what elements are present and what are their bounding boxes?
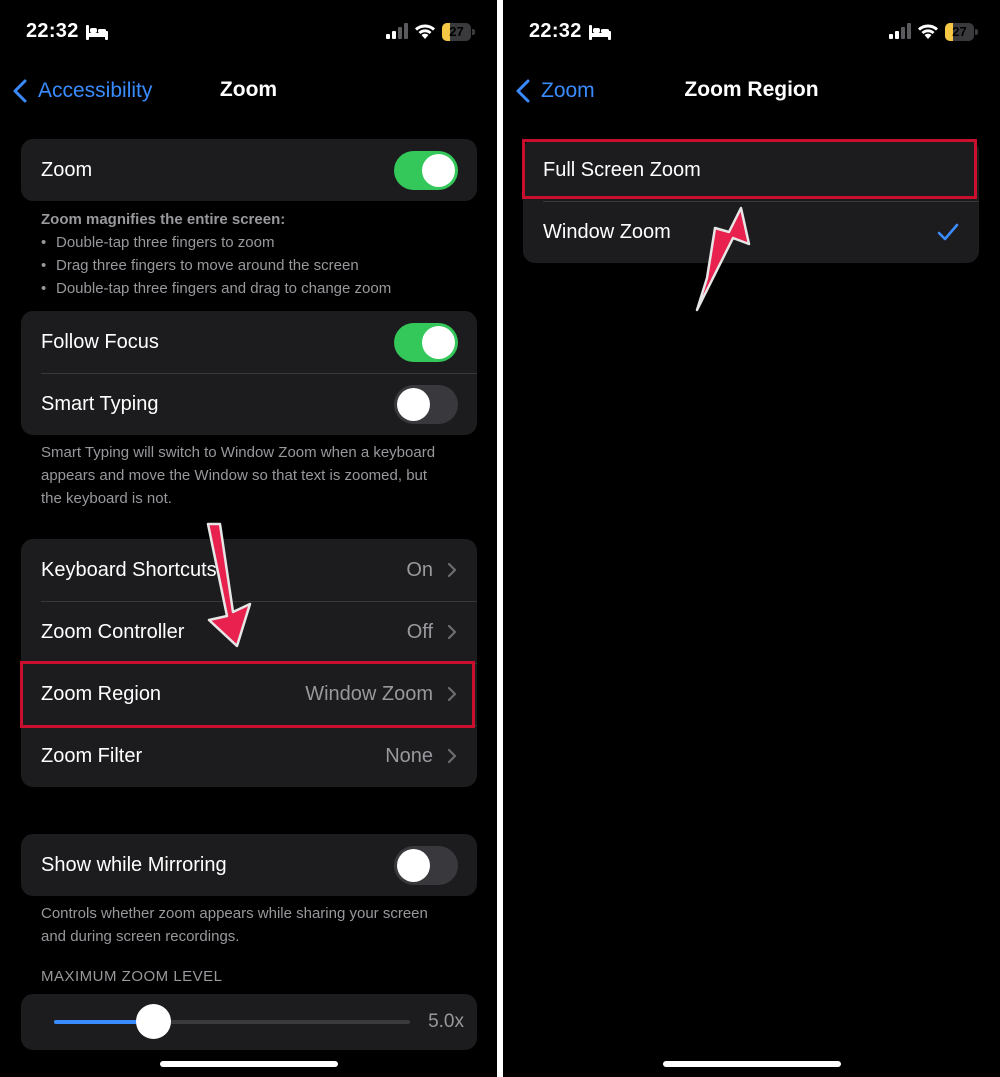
zoom-region-label: Zoom Region	[41, 682, 162, 705]
status-time: 22:32	[529, 20, 582, 42]
full-screen-zoom-label: Full Screen Zoom	[543, 158, 701, 181]
zoom-description: Zoom magnifies the entire screen: Double…	[41, 208, 461, 300]
zoom-toggle[interactable]	[394, 150, 458, 190]
smart-typing-toggle[interactable]	[394, 384, 458, 424]
chevron-right-icon	[447, 686, 457, 702]
mirroring-description: Controls whether zoom appears while shar…	[41, 905, 428, 945]
home-indicator[interactable]	[159, 1061, 338, 1067]
zoom-region-value: Window Zoom	[305, 682, 433, 705]
zoom-region-row[interactable]: Zoom Region Window Zoom	[21, 663, 477, 725]
follow-focus-toggle[interactable]	[394, 322, 458, 362]
show-while-mirroring-toggle[interactable]	[394, 845, 458, 885]
max-zoom-value: 5.0x	[428, 1011, 464, 1032]
window-zoom-option[interactable]: Window Zoom	[523, 201, 979, 263]
nav-bar: Zoom Zoom Region	[503, 70, 1000, 110]
show-while-mirroring-row[interactable]: Show while Mirroring	[21, 834, 477, 896]
zoom-region-screen: 22:32 27 Zoom Zoom Region Full Screen Zo…	[503, 0, 1000, 1077]
zoom-filter-row[interactable]: Zoom Filter None	[21, 725, 477, 787]
battery-icon: 27	[442, 23, 475, 41]
status-bar: 22:32 27	[0, 18, 497, 48]
wifi-icon	[415, 24, 435, 39]
smart-typing-row[interactable]: Smart Typing	[21, 373, 477, 435]
zoom-description-heading: Zoom magnifies the entire screen:	[41, 211, 286, 228]
zoom-label: Zoom	[41, 158, 93, 181]
zoom-filter-value: None	[385, 744, 433, 767]
zoom-description-bullet: Double-tap three fingers and drag to cha…	[41, 277, 461, 300]
page-title: Zoom	[219, 78, 278, 101]
battery-level: 27	[449, 24, 464, 39]
zoom-settings-screen: 22:32 27 Accessibility Zoom Zoom Zoom ma…	[0, 0, 497, 1077]
zoom-controller-value: Off	[406, 620, 433, 643]
zoom-filter-label: Zoom Filter	[41, 744, 143, 767]
keyboard-shortcuts-row[interactable]: Keyboard Shortcuts On	[21, 539, 477, 601]
smart-typing-label: Smart Typing	[41, 392, 159, 415]
max-zoom-header: MAXIMUM ZOOM LEVEL	[41, 968, 223, 985]
follow-focus-label: Follow Focus	[41, 330, 159, 353]
zoom-controller-label: Zoom Controller	[41, 620, 185, 643]
mirroring-group: Show while Mirroring	[21, 834, 477, 896]
bed-icon	[86, 25, 108, 40]
full-screen-zoom-option[interactable]: Full Screen Zoom	[523, 139, 979, 201]
signal-icon	[889, 23, 911, 39]
battery-level: 27	[952, 24, 967, 39]
status-bar: 22:32 27	[503, 18, 1000, 48]
page-title: Zoom Region	[684, 78, 819, 101]
max-zoom-slider-group: 5.0x	[21, 994, 477, 1050]
follow-focus-row[interactable]: Follow Focus	[21, 311, 477, 373]
focus-typing-group: Follow Focus Smart Typing	[21, 311, 477, 435]
signal-icon	[386, 23, 408, 39]
bed-icon	[589, 25, 611, 40]
zoom-description-bullet: Double-tap three fingers to zoom	[41, 231, 461, 254]
keyboard-shortcuts-value: On	[406, 558, 433, 581]
chevron-right-icon	[447, 624, 457, 640]
max-zoom-slider-thumb[interactable]	[136, 1004, 172, 1039]
chevron-right-icon	[447, 562, 457, 578]
home-indicator[interactable]	[662, 1061, 841, 1067]
show-while-mirroring-label: Show while Mirroring	[41, 853, 227, 876]
checkmark-icon	[937, 223, 959, 241]
battery-icon: 27	[945, 23, 978, 41]
status-time: 22:32	[26, 20, 79, 42]
zoom-controller-row[interactable]: Zoom Controller Off	[21, 601, 477, 663]
max-zoom-slider-track[interactable]	[54, 1020, 410, 1024]
keyboard-shortcuts-label: Keyboard Shortcuts	[41, 558, 217, 581]
nav-bar: Accessibility Zoom	[0, 70, 497, 110]
wifi-icon	[918, 24, 938, 39]
zoom-row[interactable]: Zoom	[21, 139, 477, 201]
zoom-group: Zoom	[21, 139, 477, 201]
zoom-options-group: Keyboard Shortcuts On Zoom Controller Of…	[21, 539, 477, 787]
zoom-region-options: Full Screen Zoom Window Zoom	[523, 139, 979, 263]
chevron-right-icon	[447, 748, 457, 764]
smart-typing-description: Smart Typing will switch to Window Zoom …	[41, 444, 436, 507]
window-zoom-label: Window Zoom	[543, 220, 671, 243]
zoom-description-bullet: Drag three fingers to move around the sc…	[41, 254, 461, 277]
